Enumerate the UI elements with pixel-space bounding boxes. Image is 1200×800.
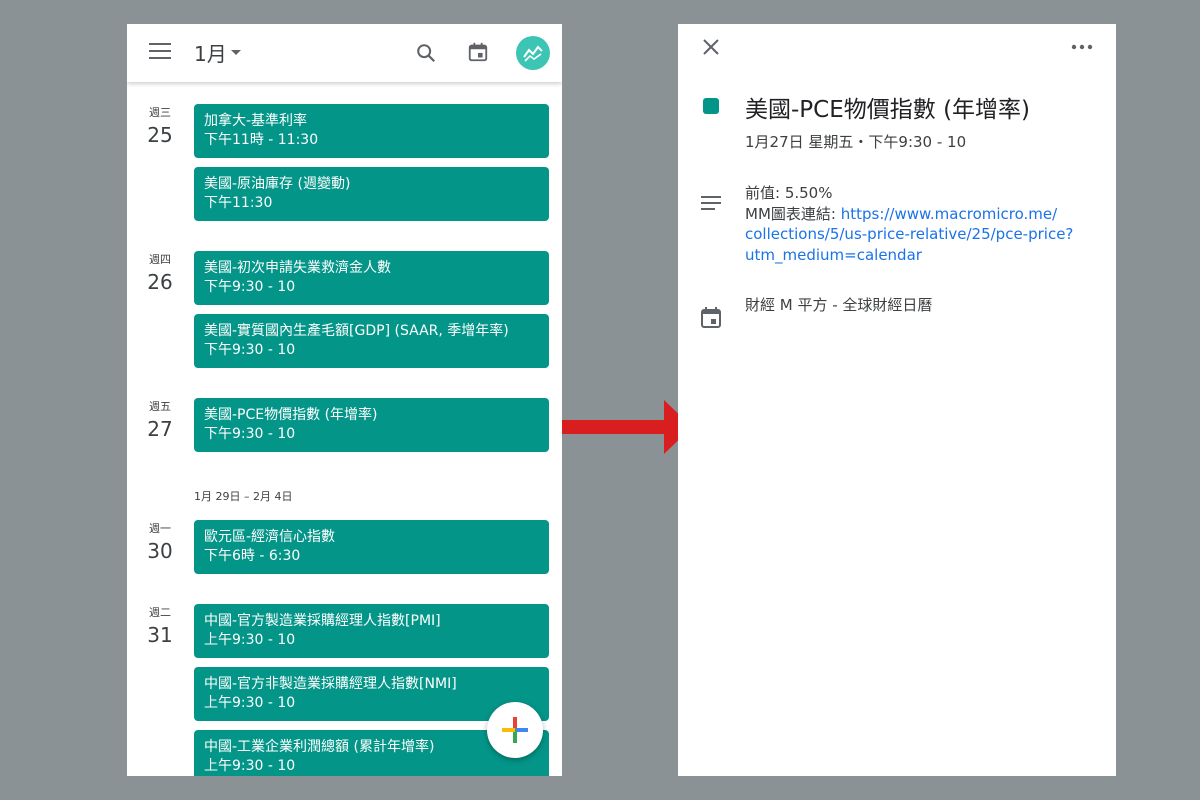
chart-link[interactable]: collections/5/us-price-relative/25/pce-p… xyxy=(745,225,1073,243)
event-description: 前值: 5.50% MM圖表連結: https://www.macromicro… xyxy=(745,183,1100,265)
date-number[interactable]: 27 xyxy=(139,417,181,441)
event-time: 下午9:30 - 10 xyxy=(204,279,296,295)
day-label: 週二 31 xyxy=(139,604,181,647)
event-chip[interactable]: 美國-實質國內生產毛額[GDP] (SAAR, 季增年率) 下午9:30 - 1… xyxy=(194,314,549,368)
month-selector[interactable]: 1月 xyxy=(194,38,227,67)
date-number[interactable]: 30 xyxy=(139,539,181,563)
event-title: 美國-實質國內生產毛額[GDP] (SAAR, 季增年率) xyxy=(204,323,509,339)
menu-icon[interactable] xyxy=(149,43,171,61)
event-detail-panel: 美國-PCE物價指數 (年增率) 1月27日 星期五・下午9:30 - 10 前… xyxy=(678,24,1116,776)
event-chip[interactable]: 美國-初次申請失業救濟金人數 下午9:30 - 10 xyxy=(194,251,549,305)
event-detail-title: 美國-PCE物價指數 (年增率) xyxy=(745,97,1031,123)
event-chip[interactable]: 歐元區-經濟信心指數 下午6時 - 6:30 xyxy=(194,520,549,574)
app-top-bar: 1月 xyxy=(127,24,562,82)
arrow-right-icon xyxy=(562,400,692,454)
plus-icon xyxy=(502,717,528,743)
event-chip[interactable]: 中國-官方製造業採購經理人指數[PMI] 上午9:30 - 10 xyxy=(194,604,549,658)
event-title: 歐元區-經濟信心指數 xyxy=(204,529,336,545)
event-time: 上午9:30 - 10 xyxy=(204,758,296,774)
event-title: 中國-官方非製造業採購經理人指數[NMI] xyxy=(204,676,457,692)
date-number[interactable]: 25 xyxy=(139,123,181,147)
calendar-name: 財經 M 平方 - 全球財經日曆 xyxy=(745,296,933,314)
weekday-label: 週一 xyxy=(149,522,171,535)
event-color-swatch xyxy=(703,98,719,114)
day-label: 週三 25 xyxy=(139,104,181,147)
close-icon[interactable] xyxy=(702,38,720,56)
date-number[interactable]: 26 xyxy=(139,270,181,294)
date-number[interactable]: 31 xyxy=(139,623,181,647)
more-icon[interactable] xyxy=(1071,44,1093,50)
event-chip[interactable]: 加拿大-基準利率 下午11時 - 11:30 xyxy=(194,104,549,158)
search-icon[interactable] xyxy=(415,42,437,64)
calendar-today-icon[interactable] xyxy=(467,41,489,63)
event-chip[interactable]: 美國-原油庫存 (週變動) 下午11:30 xyxy=(194,167,549,221)
event-detail-datetime: 1月27日 星期五・下午9:30 - 10 xyxy=(745,133,967,151)
day-label: 週一 30 xyxy=(139,520,181,563)
calendar-schedule-panel: 1月 週三 25 加拿大-基準利率 下午11時 - 11:30 美國-原油庫存 … xyxy=(127,24,562,776)
chart-link[interactable]: utm_medium=calendar xyxy=(745,246,922,264)
weekday-label: 週三 xyxy=(149,106,171,119)
week-range-label: 1月 29日 – 2月 4日 xyxy=(194,490,293,503)
weekday-label: 週五 xyxy=(149,400,171,413)
day-label: 週五 27 xyxy=(139,398,181,441)
day-label: 週四 26 xyxy=(139,251,181,294)
event-title: 美國-PCE物價指數 (年增率) xyxy=(204,407,378,423)
event-time: 下午11:30 xyxy=(204,195,273,211)
trend-avatar-icon xyxy=(523,45,543,62)
event-title: 加拿大-基準利率 xyxy=(204,113,308,129)
event-time: 下午6時 - 6:30 xyxy=(204,548,301,564)
event-time: 下午9:30 - 10 xyxy=(204,342,296,358)
event-chip-selected[interactable]: 美國-PCE物價指數 (年增率) 下午9:30 - 10 xyxy=(194,398,549,452)
event-title: 中國-官方製造業採購經理人指數[PMI] xyxy=(204,613,441,629)
chart-link-label: MM圖表連結: xyxy=(745,204,841,223)
event-time: 下午11時 - 11:30 xyxy=(204,132,319,148)
event-title: 美國-原油庫存 (週變動) xyxy=(204,176,351,192)
create-event-button[interactable] xyxy=(487,702,543,758)
event-time: 下午9:30 - 10 xyxy=(204,426,296,442)
event-time: 上午9:30 - 10 xyxy=(204,695,296,711)
chart-link[interactable]: https://www.macromicro.me/ xyxy=(841,205,1057,223)
previous-value: 前值: 5.50% xyxy=(745,184,833,202)
notes-icon xyxy=(701,196,721,210)
calendar-icon xyxy=(701,307,721,328)
chevron-down-icon[interactable] xyxy=(231,50,241,55)
event-time: 上午9:30 - 10 xyxy=(204,632,296,648)
weekday-label: 週四 xyxy=(149,253,171,266)
event-title: 美國-初次申請失業救濟金人數 xyxy=(204,260,392,276)
account-avatar[interactable] xyxy=(516,36,550,70)
weekday-label: 週二 xyxy=(149,606,171,619)
